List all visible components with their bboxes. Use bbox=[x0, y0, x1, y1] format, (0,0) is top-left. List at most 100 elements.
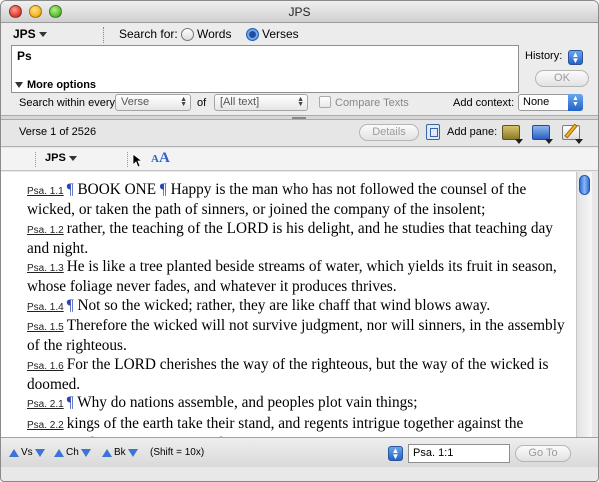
search-for-label: Search for: bbox=[119, 27, 178, 41]
verse-text: kings of the earth take their stand, and… bbox=[27, 414, 524, 437]
verse: Psa. 2.2 kings of the earth take their st… bbox=[27, 415, 566, 437]
radio-verses[interactable]: Verses bbox=[246, 27, 299, 41]
more-options-label: More options bbox=[27, 79, 97, 91]
search-module-label: JPS bbox=[13, 27, 36, 41]
search-within-label: Search within every bbox=[19, 97, 115, 109]
goto-reference-input[interactable]: Psa. 1:1 bbox=[408, 444, 510, 463]
font-size-icon[interactable]: AA bbox=[151, 150, 170, 167]
previous-book-icon[interactable] bbox=[102, 448, 112, 457]
verse-text: Therefore the wicked will not survive ju… bbox=[27, 317, 565, 355]
divider bbox=[35, 152, 36, 167]
verse-text: rather, the teaching of the LORD is his … bbox=[27, 219, 553, 257]
scrollbar-thumb[interactable] bbox=[579, 175, 590, 195]
verse: Psa. 1.4 ¶ Not so the wicked; rather, the… bbox=[27, 297, 566, 317]
more-options-toggle[interactable]: More options bbox=[15, 79, 96, 91]
previous-verse-icon[interactable] bbox=[9, 448, 19, 457]
radio-off-icon bbox=[181, 27, 194, 41]
verse-reference-link[interactable]: Psa. 1.1 bbox=[27, 186, 64, 197]
verse-text: ¶ BOOK ONE ¶ Happy is the man who has no… bbox=[27, 181, 527, 219]
pilcrow-icon: ¶ bbox=[66, 394, 74, 412]
previous-chapter-icon[interactable] bbox=[54, 448, 64, 457]
verse-reference-link[interactable]: Psa. 1.2 bbox=[27, 225, 64, 236]
text-module-popup[interactable]: JPS bbox=[45, 152, 77, 164]
radio-words-label: Words bbox=[197, 27, 232, 41]
book-nav-label: Bk bbox=[114, 447, 126, 458]
compare-texts-checkbox[interactable] bbox=[319, 96, 331, 108]
next-book-icon[interactable] bbox=[127, 448, 138, 457]
window-title: JPS bbox=[288, 5, 311, 19]
verse-reference-link[interactable]: Psa. 2.2 bbox=[27, 420, 64, 431]
verse: Psa. 2.1 ¶ Why do nations assemble, and p… bbox=[27, 394, 566, 414]
verse-text: ¶ Not so the wicked; rather, they are li… bbox=[66, 296, 491, 314]
splitter-grip-icon bbox=[292, 117, 306, 119]
verse-reference-link[interactable]: Psa. 1.4 bbox=[27, 302, 64, 313]
history-label: History: bbox=[525, 50, 563, 62]
go-to-button[interactable]: Go To bbox=[515, 445, 571, 462]
next-verse-icon[interactable] bbox=[34, 448, 45, 457]
bible-text-content: Psa. 1.1 ¶ BOOK ONE ¶ Happy is the man wh… bbox=[1, 172, 576, 437]
add-context-label: Add context: bbox=[453, 97, 515, 109]
text-scrollbar[interactable] bbox=[576, 172, 592, 437]
verse-text: He is like a tree planted beside streams… bbox=[27, 258, 557, 296]
bottom-navigation-bar: Vs Ch Bk (Shift = 10x) ▲ ▼ Psa. 1:1 Go To bbox=[1, 437, 598, 467]
ok-button[interactable]: OK bbox=[535, 70, 589, 87]
search-panel: JPS Search for: Words Verses Ps History:… bbox=[1, 23, 598, 115]
verse: Psa. 1.6 For the LORD cherishes the way o… bbox=[27, 356, 566, 395]
radio-words[interactable]: Words bbox=[181, 27, 231, 41]
chevron-down-icon bbox=[545, 139, 553, 144]
verse-text: For the LORD cherishes the way of the ri… bbox=[27, 355, 549, 393]
compare-texts-label: Compare Texts bbox=[335, 97, 409, 109]
chevron-down-icon bbox=[575, 139, 583, 144]
search-range-value: [All text] bbox=[220, 96, 260, 108]
radio-verses-label: Verses bbox=[262, 27, 299, 41]
search-module-popup[interactable]: JPS bbox=[13, 27, 47, 41]
updown-arrows-icon: ▲ ▼ bbox=[180, 96, 187, 108]
font-size-big-label: A bbox=[158, 150, 170, 166]
text-module-label: JPS bbox=[45, 152, 66, 164]
verse-reference-link[interactable]: Psa. 2.1 bbox=[27, 399, 64, 410]
pilcrow-icon: ¶ bbox=[66, 181, 74, 198]
goto-stepper[interactable]: ▲ ▼ bbox=[388, 446, 403, 461]
book-nav: Bk bbox=[102, 447, 138, 458]
add-library-pane-icon[interactable] bbox=[501, 122, 523, 144]
details-button[interactable]: Details bbox=[359, 124, 419, 141]
chapter-nav-label: Ch bbox=[66, 447, 79, 458]
search-range-popup[interactable]: [All text] ▲ ▼ bbox=[214, 94, 308, 111]
verse: Psa. 1.1 ¶ BOOK ONE ¶ Happy is the man wh… bbox=[27, 181, 566, 220]
divider bbox=[127, 152, 128, 167]
context-popup[interactable]: None ▲ ▼ bbox=[518, 94, 583, 111]
link-panes-icon[interactable] bbox=[426, 124, 440, 140]
mouse-cursor-icon bbox=[132, 154, 142, 168]
search-unit-value: Verse bbox=[121, 96, 150, 108]
of-label: of bbox=[197, 97, 207, 109]
next-chapter-icon[interactable] bbox=[80, 448, 91, 457]
verse-reference-link[interactable]: Psa. 1.5 bbox=[27, 322, 64, 333]
shift-hint: (Shift = 10x) bbox=[150, 447, 205, 458]
add-notes-pane-icon[interactable] bbox=[561, 122, 583, 144]
verse-count: Verse 1 of 2526 bbox=[19, 126, 97, 138]
radio-on-icon bbox=[246, 27, 259, 41]
verse: Psa. 1.5 Therefore the wicked will not su… bbox=[27, 317, 566, 356]
text-toolbar: JPS AA bbox=[1, 148, 598, 171]
pilcrow-icon: ¶ bbox=[159, 181, 167, 198]
add-pane-label: Add pane: bbox=[447, 126, 498, 138]
pilcrow-icon: ¶ bbox=[66, 296, 74, 314]
app-window: JPS JPS Search for: Words Verses Ps Hist… bbox=[0, 0, 599, 482]
chapter-nav: Ch bbox=[54, 447, 91, 458]
verse-nav-label: Vs bbox=[21, 447, 33, 458]
search-unit-popup[interactable]: Verse ▲ ▼ bbox=[115, 94, 191, 111]
verse: Psa. 1.3 He is like a tree planted beside… bbox=[27, 258, 566, 297]
verse-reference-link[interactable]: Psa. 1.3 bbox=[27, 263, 64, 274]
verse-nav: Vs bbox=[9, 447, 45, 458]
chevron-down-icon bbox=[515, 139, 523, 144]
history-stepper[interactable]: ▲ ▼ bbox=[568, 50, 583, 65]
add-text-pane-icon[interactable] bbox=[531, 122, 553, 144]
updown-arrows-icon: ▲ ▼ bbox=[568, 94, 583, 111]
updown-arrows-icon: ▲ ▼ bbox=[297, 96, 304, 108]
chevron-down-icon bbox=[68, 155, 77, 161]
title-bar: JPS bbox=[1, 1, 598, 23]
disclosure-triangle-icon bbox=[15, 82, 23, 89]
verse: Psa. 1.2 rather, the teaching of the LORD… bbox=[27, 220, 566, 259]
verse-reference-link[interactable]: Psa. 1.6 bbox=[27, 361, 64, 372]
text-window-icon bbox=[532, 125, 550, 140]
